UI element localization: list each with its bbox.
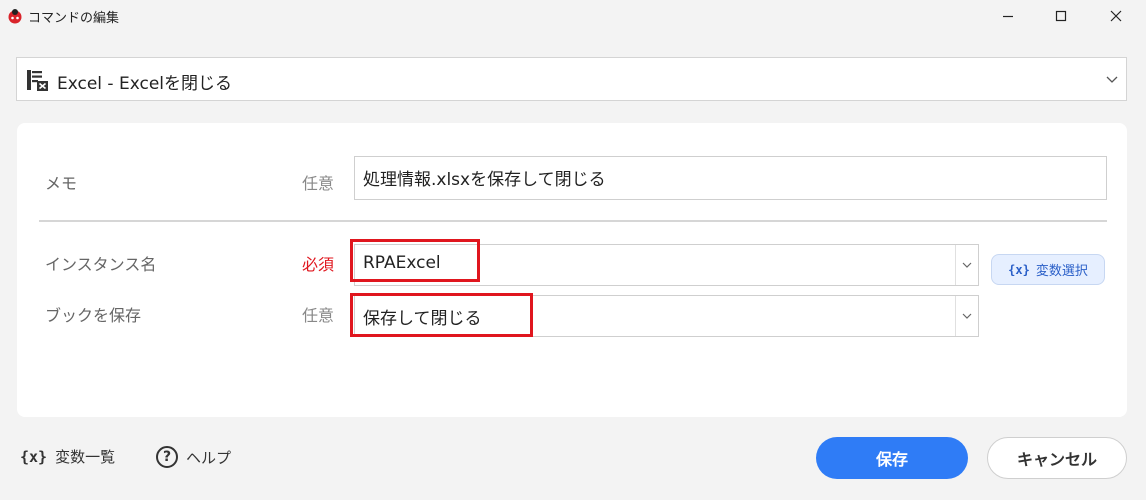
instance-required-tag: 必須 bbox=[302, 255, 335, 274]
memo-input[interactable]: 処理情報.xlsxを保存して閉じる bbox=[354, 156, 1107, 200]
save-optional-tag: 任意 bbox=[302, 306, 335, 325]
save-book-label: ブックを保存 bbox=[45, 306, 142, 325]
divider bbox=[39, 220, 1107, 222]
variable-select-label: 変数選択 bbox=[1035, 264, 1088, 279]
properties-panel: メモ 任意 処理情報.xlsxを保存して閉じる インスタンス名 必須 RPAEx… bbox=[17, 123, 1127, 417]
ladybug-app-icon bbox=[8, 9, 22, 24]
help-link[interactable]: ? ヘルプ bbox=[156, 446, 231, 468]
command-name: Excel - Excelを閉じる bbox=[57, 74, 233, 94]
help-icon: ? bbox=[156, 446, 178, 468]
memo-value: 処理情報.xlsxを保存して閉じる bbox=[363, 170, 606, 190]
command-dropdown[interactable]: Excel - Excelを閉じる bbox=[16, 57, 1127, 101]
minimize-button[interactable] bbox=[985, 0, 1031, 32]
chevron-down-icon[interactable] bbox=[955, 296, 978, 336]
maximize-icon bbox=[1055, 10, 1067, 22]
minimize-icon bbox=[1003, 15, 1013, 18]
chevron-down-icon bbox=[1106, 76, 1118, 83]
variable-icon: {x} bbox=[20, 447, 48, 466]
maximize-button[interactable] bbox=[1038, 0, 1084, 32]
title-bar: コマンドの編集 bbox=[0, 0, 1146, 32]
window-title: コマンドの編集 bbox=[28, 11, 120, 26]
chevron-down-icon[interactable] bbox=[955, 245, 978, 285]
memo-optional-tag: 任意 bbox=[302, 174, 335, 193]
variable-list-link[interactable]: {x} 変数一覧 bbox=[20, 446, 115, 467]
variable-icon: {x} bbox=[1008, 262, 1030, 277]
cancel-button[interactable]: キャンセル bbox=[987, 437, 1127, 479]
save-highlight-box bbox=[350, 293, 533, 337]
variable-select-button[interactable]: {x} 変数選択 bbox=[991, 254, 1105, 285]
close-button[interactable] bbox=[1093, 0, 1139, 32]
variable-list-label: 変数一覧 bbox=[55, 448, 116, 466]
save-button[interactable]: 保存 bbox=[816, 437, 968, 479]
close-icon bbox=[1110, 10, 1122, 22]
memo-label: メモ bbox=[45, 174, 78, 193]
instance-name-label: インスタンス名 bbox=[45, 255, 157, 274]
help-label: ヘルプ bbox=[186, 448, 232, 467]
excel-icon bbox=[27, 70, 48, 91]
instance-highlight-box bbox=[350, 239, 480, 282]
